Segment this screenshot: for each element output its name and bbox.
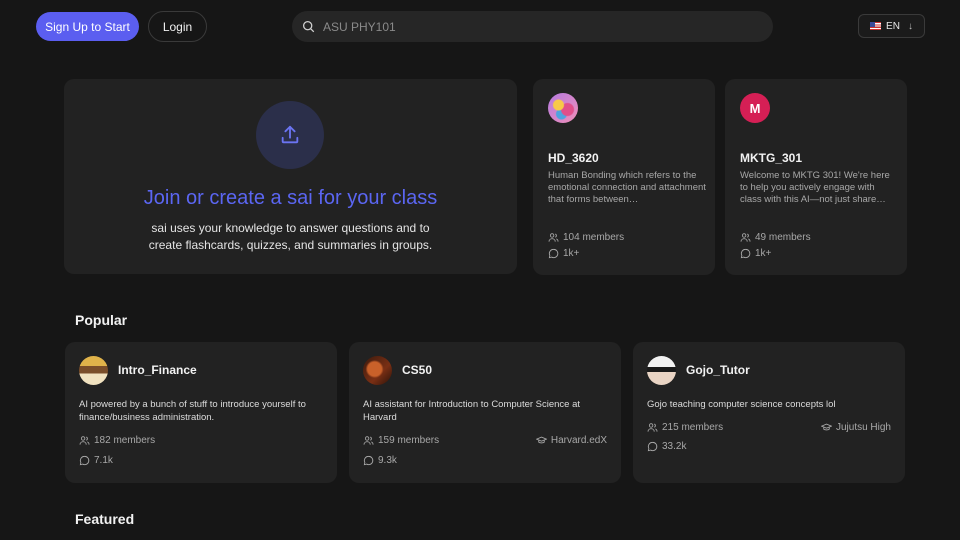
chat-bubble-icon (740, 248, 751, 259)
organization-label: Jujutsu High (835, 422, 891, 433)
graduation-cap-icon (535, 436, 547, 444)
class-card-cs50[interactable]: CS50 AI assistant for Introduction to Co… (349, 342, 621, 483)
search-bar[interactable] (292, 11, 773, 42)
members-count: 49 members (740, 232, 811, 243)
search-icon (302, 20, 315, 33)
class-card-mktg-301[interactable]: M MKTG_301 Welcome to MKTG 301! We're he… (725, 79, 907, 275)
class-description: Human Bonding which refers to the emotio… (548, 170, 706, 205)
class-description: Welcome to MKTG 301! We're here to help … (740, 170, 890, 205)
members-label: 159 members (378, 435, 440, 446)
messages-label: 9.3k (378, 455, 397, 466)
messages-count: 7.1k (79, 455, 113, 466)
class-card-hd-3620[interactable]: HD_3620 Human Bonding which refers to th… (533, 79, 715, 275)
sign-up-button[interactable]: Sign Up to Start (36, 12, 139, 41)
organization-badge: Jujutsu High (820, 422, 891, 433)
upload-button[interactable] (256, 101, 324, 169)
upload-icon (281, 125, 299, 144)
members-count: 104 members (548, 232, 624, 243)
class-card-gojo-tutor[interactable]: Gojo_Tutor Gojo teaching computer scienc… (633, 342, 905, 483)
hero-subtitle-line-1: sai uses your knowledge to answer questi… (151, 221, 430, 235)
messages-label: 33.2k (662, 441, 687, 452)
organization-badge: Harvard.edX (535, 435, 607, 446)
users-icon (79, 436, 90, 445)
organization-label: Harvard.edX (550, 435, 607, 446)
avatar (79, 356, 108, 385)
users-icon (548, 233, 559, 242)
avatar: M (740, 93, 770, 123)
language-selector[interactable]: EN ↓ (858, 14, 925, 38)
chat-bubble-icon (363, 455, 374, 466)
messages-count: 1k+ (548, 248, 579, 259)
class-description: AI powered by a bunch of stuff to introd… (79, 399, 306, 423)
messages-count: 1k+ (740, 248, 771, 259)
hero-title: Join or create a sai for your class (143, 187, 438, 209)
messages-label: 1k+ (563, 248, 580, 259)
chat-bubble-icon (548, 248, 559, 259)
search-input[interactable] (323, 19, 743, 34)
users-icon (647, 423, 658, 432)
create-sai-card[interactable]: Join or create a sai for your class sai … (64, 79, 517, 274)
class-description: Gojo teaching computer science concepts … (647, 399, 836, 410)
avatar-letter: M (749, 100, 761, 116)
members-label: 215 members (662, 422, 724, 433)
avatar (548, 93, 578, 123)
users-icon (363, 436, 374, 445)
members-label: 104 members (563, 232, 625, 243)
graduation-cap-icon (820, 423, 832, 431)
language-label: EN (886, 20, 900, 32)
members-label: 182 members (94, 435, 156, 446)
members-count: 215 members (647, 422, 723, 433)
hero-subtitle-line-2: create flashcards, quizzes, and summarie… (148, 238, 433, 252)
members-count: 159 members (363, 435, 439, 446)
messages-count: 33.2k (647, 441, 686, 452)
members-label: 49 members (755, 232, 811, 243)
avatar (647, 356, 676, 385)
users-icon (740, 233, 751, 242)
members-count: 182 members (79, 435, 155, 446)
messages-label: 7.1k (94, 455, 113, 466)
chat-bubble-icon (79, 455, 90, 466)
class-name: Intro_Finance (118, 363, 197, 377)
login-button[interactable]: Login (148, 11, 207, 42)
class-card-intro-finance[interactable]: Intro_Finance AI powered by a bunch of s… (65, 342, 337, 483)
class-description: AI assistant for Introduction to Compute… (363, 399, 581, 423)
class-name: MKTG_301 (740, 151, 803, 165)
class-name: HD_3620 (548, 151, 599, 165)
popular-heading: Popular (75, 312, 128, 328)
chat-bubble-icon (647, 441, 658, 452)
class-name: Gojo_Tutor (686, 363, 750, 377)
messages-label: 1k+ (755, 248, 772, 259)
hero-subtitle: sai uses your knowledge to answer questi… (64, 220, 517, 254)
class-name: CS50 (402, 363, 433, 377)
featured-heading: Featured (75, 511, 135, 527)
arrow-down-icon: ↓ (907, 20, 913, 32)
avatar (363, 356, 392, 385)
messages-count: 9.3k (363, 455, 397, 466)
us-flag-icon (870, 22, 882, 30)
